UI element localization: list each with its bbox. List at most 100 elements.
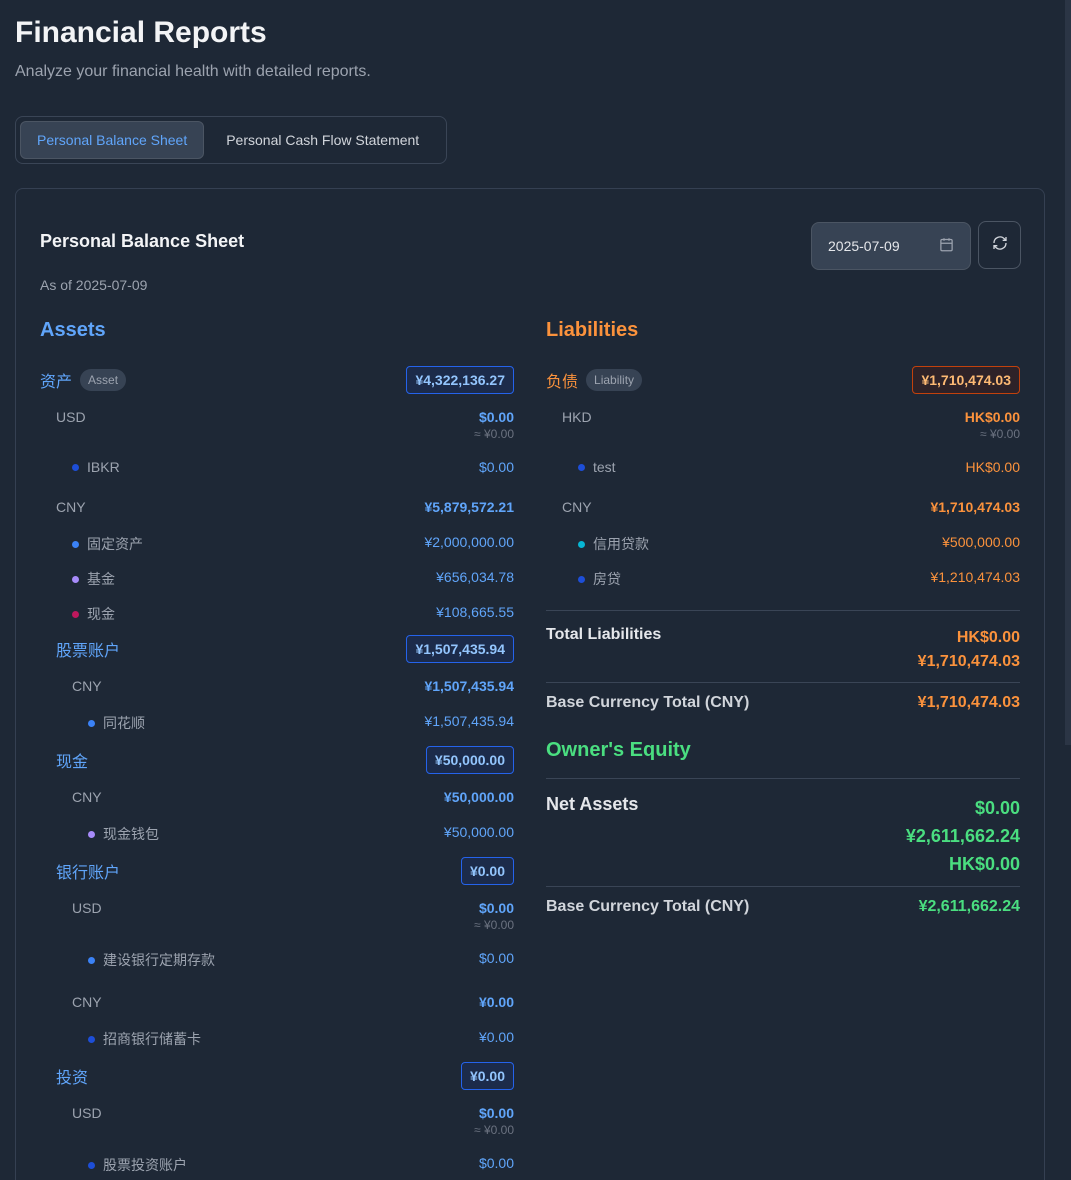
account-name: IBKR (87, 459, 120, 475)
group-total: ¥4,322,136.27 (406, 366, 514, 394)
page-title: Financial Reports (15, 16, 267, 49)
account-row[interactable]: 房贷 ¥1,210,474.03 (546, 569, 1020, 589)
asset-group-row: 现金 ¥50,000.00 (40, 745, 514, 775)
refresh-icon (992, 235, 1008, 256)
asset-group-row: 投资 ¥0.00 (40, 1061, 514, 1091)
account-name: 建设银行定期存款 (103, 952, 215, 968)
divider (546, 682, 1020, 683)
group-name: 资产 (40, 374, 73, 391)
account-value: ¥1,210,474.03 (930, 569, 1020, 585)
account-value: ¥0.00 (478, 1029, 514, 1045)
asset-group-row: 银行账户 ¥0.00 (40, 856, 514, 886)
currency-row: CNY ¥50,000.00 (40, 789, 514, 805)
group-total: ¥0.00 (460, 857, 514, 885)
account-dot (72, 610, 79, 618)
account-value: ¥50,000.00 (443, 824, 514, 840)
asset-group-row: 股票账户 ¥1,507,435.94 (40, 634, 514, 664)
net-assets-value: HK$0.00 (948, 854, 1020, 874)
currency-value: $0.00 (478, 900, 514, 916)
total-liabilities-value: ¥1,710,474.03 (917, 653, 1020, 670)
group-total: ¥1,507,435.94 (406, 635, 514, 663)
refresh-button[interactable] (978, 221, 1021, 269)
currency-value: ¥1,710,474.03 (930, 499, 1020, 515)
account-row[interactable]: 现金钱包 ¥50,000.00 (40, 824, 514, 844)
account-name: 现金钱包 (103, 826, 159, 842)
account-name: 招商银行储蓄卡 (103, 1031, 201, 1047)
account-row[interactable]: test HK$0.00 (546, 459, 1020, 475)
account-dot (88, 719, 95, 727)
account-dot (88, 1161, 95, 1169)
page-scrollbar[interactable] (1065, 0, 1071, 745)
account-name: 房贷 (593, 571, 621, 587)
currency-code: HKD (562, 409, 592, 425)
approx-value: ≈ ¥0.00 (474, 918, 514, 932)
account-value: $0.00 (478, 1155, 514, 1171)
account-row[interactable]: 基金 ¥656,034.78 (40, 569, 514, 589)
account-value: HK$0.00 (965, 459, 1020, 475)
currency-value: HK$0.00 (964, 409, 1020, 425)
account-row[interactable]: 现金 ¥108,665.55 (40, 604, 514, 624)
currency-row: CNY ¥1,710,474.03 (546, 499, 1020, 515)
account-value: ¥2,000,000.00 (424, 534, 514, 550)
group-total: ¥1,710,474.03 (912, 366, 1020, 394)
base-currency-value: ¥1,710,474.03 (917, 694, 1020, 711)
date-picker-input[interactable]: 2025-07-09 (811, 222, 971, 270)
account-row[interactable]: 招商银行储蓄卡 ¥0.00 (40, 1029, 514, 1049)
account-row[interactable]: 建设银行定期存款 $0.00 (40, 950, 514, 970)
base-currency-label: Base Currency Total (CNY) (546, 898, 750, 915)
total-liabilities-label: Total Liabilities (546, 626, 662, 643)
account-value: $0.00 (478, 950, 514, 966)
currency-value: $0.00 (478, 409, 514, 425)
account-value: $0.00 (478, 459, 514, 475)
equity-heading: Owner's Equity (546, 739, 691, 761)
base-currency-value: ¥2,611,662.24 (918, 898, 1020, 915)
account-dot (578, 540, 585, 548)
asset-group-row: 资产 Asset ¥4,322,136.27 (40, 365, 514, 395)
account-row[interactable]: 固定资产 ¥2,000,000.00 (40, 534, 514, 554)
currency-code: CNY (72, 994, 102, 1010)
net-assets-row: Net Assets $0.00 ¥2,611,662.24 HK$0.00 (546, 794, 1020, 878)
divider (546, 610, 1020, 611)
currency-code: CNY (56, 499, 86, 515)
calendar-icon[interactable] (939, 237, 954, 255)
account-value: ¥500,000.00 (942, 534, 1020, 550)
account-name: 固定资产 (87, 536, 143, 552)
currency-value: ¥1,507,435.94 (424, 678, 514, 694)
assets-heading: Assets (40, 319, 106, 341)
liabilities-base-row: Base Currency Total (CNY) ¥1,710,474.03 (546, 694, 1020, 712)
divider (546, 778, 1020, 779)
account-dot (72, 463, 79, 471)
assets-column: Assets 资产 Asset ¥4,322,136.27 USD $0.00 ≈… (40, 319, 514, 1175)
currency-code: USD (56, 409, 86, 425)
account-name: 同花顺 (103, 715, 145, 731)
type-badge: Liability (586, 369, 643, 391)
tab-cash-flow[interactable]: Personal Cash Flow Statement (210, 121, 435, 159)
currency-code: USD (72, 1105, 102, 1121)
currency-row: CNY ¥1,507,435.94 (40, 678, 514, 694)
type-badge: Asset (80, 369, 127, 391)
account-row[interactable]: 同花顺 ¥1,507,435.94 (40, 713, 514, 733)
account-value: ¥1,507,435.94 (424, 713, 514, 729)
date-value: 2025-07-09 (828, 238, 900, 254)
account-dot (88, 1035, 95, 1043)
currency-code: CNY (72, 678, 102, 694)
account-row[interactable]: 股票投资账户 $0.00 (40, 1155, 514, 1175)
currency-value: ¥5,879,572.21 (424, 499, 514, 515)
group-name: 股票账户 (56, 643, 121, 660)
tab-balance-sheet[interactable]: Personal Balance Sheet (20, 121, 205, 159)
group-total: ¥50,000.00 (425, 746, 514, 774)
account-dot (88, 830, 95, 838)
currency-row: USD $0.00 ≈ ¥0.00 (40, 900, 514, 932)
net-assets-label: Net Assets (546, 794, 639, 814)
account-name: 基金 (87, 571, 115, 587)
currency-value: ¥0.00 (478, 994, 514, 1010)
account-name: 股票投资账户 (103, 1157, 187, 1173)
account-dot (88, 956, 95, 964)
account-row[interactable]: 信用贷款 ¥500,000.00 (546, 534, 1020, 554)
currency-row: USD $0.00 ≈ ¥0.00 (40, 1105, 514, 1137)
account-row[interactable]: IBKR $0.00 (40, 459, 514, 475)
account-name: 信用贷款 (593, 536, 649, 552)
account-value: ¥108,665.55 (436, 604, 514, 620)
page-subtitle: Analyze your financial health with detai… (15, 63, 371, 80)
liability-group-row: 负债 Liability ¥1,710,474.03 (546, 365, 1020, 395)
